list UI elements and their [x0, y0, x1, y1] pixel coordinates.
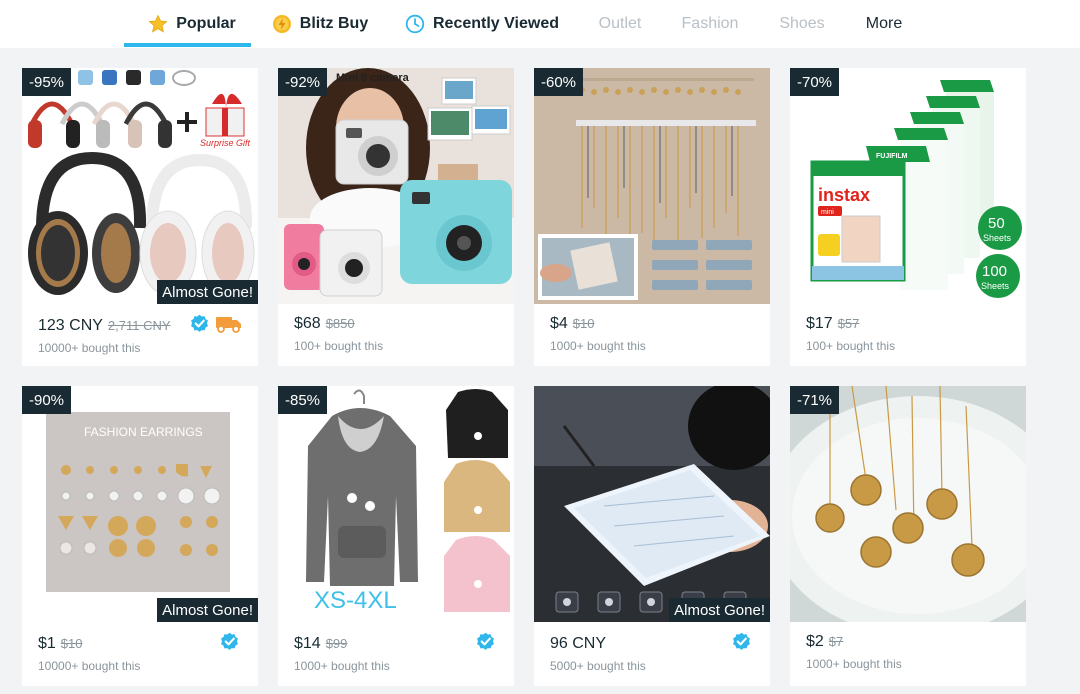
original-price: $10	[572, 316, 595, 331]
product-image[interactable]: Surprise Gift -95% Almost Gone!	[22, 68, 258, 304]
bought-count: 10000+ bought this	[38, 341, 141, 355]
price: $68	[294, 315, 321, 332]
original-price: $99	[325, 636, 348, 651]
shipping-truck-icon	[216, 315, 242, 333]
tab-recently-viewed[interactable]: Recently Viewed	[404, 0, 560, 48]
sheets-50-number: 50	[988, 215, 1005, 232]
tab-outlet[interactable]: Outlet	[592, 0, 648, 48]
instax-mini-text: mini	[821, 209, 834, 216]
product-image[interactable]: XS-4XL -85%	[278, 386, 514, 622]
tab-popular[interactable]: Popular	[144, 0, 240, 48]
product-image[interactable]: Mini 9 camera -92%	[278, 68, 514, 304]
discount-badge: -60%	[534, 68, 584, 96]
tab-label: Shoes	[779, 15, 825, 32]
price: 96 CNY	[550, 635, 607, 652]
price-row: $68 $850	[294, 315, 355, 333]
price-row: $1 $10	[38, 635, 83, 653]
instax-brand-text: instax	[818, 185, 870, 205]
star-icon	[148, 14, 168, 34]
hoodie-sizes-text: XS-4XL	[314, 587, 397, 614]
product-card[interactable]: XS-4XL -85% $14 $99 1000+ bought this	[278, 386, 514, 686]
price-row: $4 $10	[550, 315, 595, 333]
tab-label: Outlet	[598, 15, 642, 32]
bought-count: 1000+ bought this	[806, 657, 902, 671]
product-image[interactable]: Almost Gone!	[534, 386, 770, 622]
price-row: $17 $57	[806, 315, 859, 333]
bought-count: 1000+ bought this	[550, 339, 646, 353]
sheets-100-word: Sheets	[981, 281, 1010, 291]
price: $17	[806, 315, 833, 332]
product-card[interactable]: Almost Gone! 96 CNY 5000+ bought this	[534, 386, 770, 686]
price: $1	[38, 635, 56, 652]
verified-check-icon	[732, 632, 751, 651]
product-image[interactable]: FUJIFILM instax mini 50 Sheets 100 Sheet…	[790, 68, 1026, 304]
original-price: $850	[325, 316, 355, 331]
discount-badge: -85%	[278, 386, 328, 414]
blitz-buy-icon	[272, 14, 292, 34]
verified-check-icon	[476, 632, 495, 651]
product-card[interactable]: FASHION EARRINGS -90% Almost Gone! $1 $1…	[22, 386, 258, 686]
tab-label: Blitz Buy	[299, 15, 369, 32]
verified-check-icon	[190, 314, 209, 333]
sheets-50-word: Sheets	[983, 233, 1012, 243]
sheets-100-number: 100	[982, 263, 1007, 280]
bought-count: 100+ bought this	[806, 339, 896, 353]
tab-label: Popular	[176, 15, 236, 32]
price-row: $2 $7	[806, 633, 843, 651]
almost-gone-label: Almost Gone!	[669, 598, 770, 622]
product-card[interactable]: Mini 9 camera -92% $68 $850 100+ bought …	[278, 68, 514, 366]
product-card[interactable]: -60% $4 $10 1000+ bought this	[534, 68, 770, 366]
original-price: 2,711 CNY	[107, 318, 171, 333]
tab-more[interactable]: More	[862, 0, 906, 48]
original-price: $57	[837, 316, 860, 331]
price: $14	[294, 635, 321, 652]
fujifilm-label: FUJIFILM	[876, 153, 908, 160]
discount-badge: -95%	[22, 68, 72, 96]
product-image[interactable]: -71%	[790, 386, 1026, 622]
price-row: $14 $99	[294, 635, 347, 653]
tab-shoes[interactable]: Shoes	[776, 0, 828, 48]
product-card[interactable]: Surprise Gift -95% Almost Gone! 123 CNY …	[22, 68, 258, 366]
price-row: 123 CNY 2,711 CNY	[38, 317, 171, 335]
discount-badge: -71%	[790, 386, 840, 414]
product-image[interactable]: -60%	[534, 68, 770, 304]
discount-badge: -90%	[22, 386, 72, 414]
tab-blitz-buy[interactable]: Blitz Buy	[270, 0, 370, 48]
verified-check-icon	[220, 632, 239, 651]
tab-label: Fashion	[681, 15, 739, 32]
clock-icon	[405, 14, 425, 34]
earrings-card-text: FASHION EARRINGS	[84, 425, 203, 439]
active-tab-indicator	[124, 43, 251, 47]
price: 123 CNY	[38, 317, 103, 334]
price-row: 96 CNY	[550, 635, 606, 653]
tab-label: More	[865, 15, 903, 32]
bought-count: 100+ bought this	[294, 339, 384, 353]
tab-fashion[interactable]: Fashion	[678, 0, 742, 48]
product-card[interactable]: -71% $2 $7 1000+ bought this	[790, 386, 1026, 686]
product-image[interactable]: FASHION EARRINGS -90% Almost Gone!	[22, 386, 258, 622]
almost-gone-label: Almost Gone!	[157, 598, 258, 622]
category-nav: Popular Blitz Buy Recently Viewed Outlet…	[0, 0, 1080, 48]
product-card[interactable]: FUJIFILM instax mini 50 Sheets 100 Sheet…	[790, 68, 1026, 366]
original-price: $10	[60, 636, 83, 651]
discount-badge: -92%	[278, 68, 328, 96]
almost-gone-label: Almost Gone!	[157, 280, 258, 304]
bought-count: 10000+ bought this	[38, 659, 141, 673]
price: $4	[550, 315, 568, 332]
original-price: $7	[828, 634, 844, 649]
bought-count: 1000+ bought this	[294, 659, 390, 673]
price: $2	[806, 633, 824, 650]
tab-label: Recently Viewed	[433, 15, 559, 32]
gift-text: Surprise Gift	[200, 138, 251, 148]
bought-count: 5000+ bought this	[550, 659, 646, 673]
discount-badge: -70%	[790, 68, 840, 96]
camera-banner-text: Mini 9 camera	[336, 72, 410, 84]
